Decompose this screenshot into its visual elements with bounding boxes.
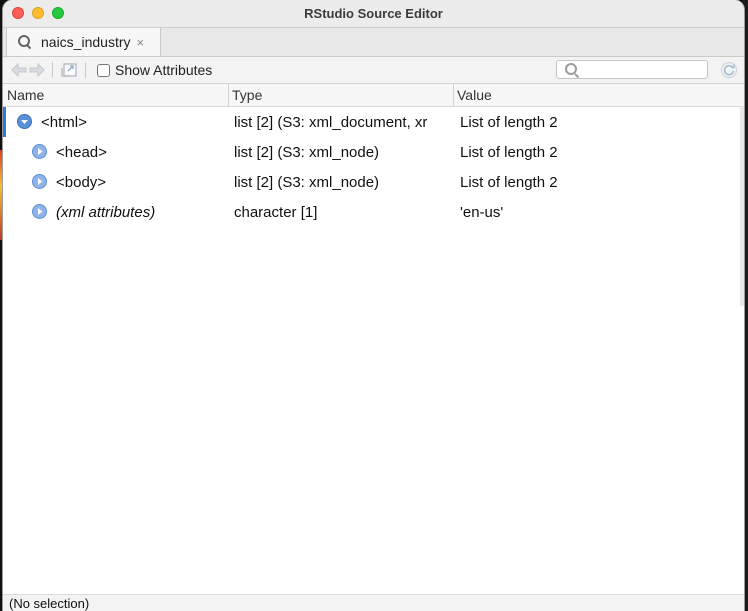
expand-right-icon[interactable]	[32, 204, 47, 219]
row-value: 'en-us'	[460, 204, 504, 221]
row-type: list [2] (S3: xml_node)	[234, 144, 380, 161]
search-box[interactable]	[556, 60, 708, 79]
column-divider[interactable]	[453, 84, 454, 106]
column-header-value[interactable]: Value	[457, 87, 492, 103]
tab-bar: naics_industry ×	[3, 28, 744, 57]
forward-arrow-icon[interactable]	[29, 63, 45, 77]
row-type: list [2] (S3: xml_document, xr	[234, 114, 428, 131]
column-divider[interactable]	[228, 84, 229, 106]
show-attributes-label: Show Attributes	[115, 62, 213, 78]
table-row[interactable]: <head> list [2] (S3: xml_node) List of l…	[3, 137, 744, 167]
toolbar-divider	[85, 62, 86, 78]
row-name: <body>	[56, 174, 107, 191]
table-row[interactable]: <body> list [2] (S3: xml_node) List of l…	[3, 167, 744, 197]
popout-icon[interactable]	[60, 62, 78, 78]
row-name: <html>	[41, 114, 87, 131]
search-input[interactable]	[585, 62, 707, 79]
selection-status: (No selection)	[9, 596, 90, 611]
toolbar-divider	[52, 62, 53, 78]
object-tree: <html> list [2] (S3: xml_document, xr Li…	[3, 107, 744, 227]
refresh-icon[interactable]	[720, 61, 738, 79]
row-name: (xml attributes)	[56, 204, 156, 221]
back-arrow-icon[interactable]	[11, 63, 27, 77]
source-editor-window: RStudio Source Editor naics_industry × S…	[3, 0, 744, 611]
table-row[interactable]: (xml attributes) character [1] 'en-us'	[3, 197, 744, 227]
show-attributes-checkbox[interactable]	[97, 63, 110, 77]
expand-right-icon[interactable]	[32, 144, 47, 159]
row-value: List of length 2	[460, 144, 558, 161]
row-value: List of length 2	[460, 174, 558, 191]
expand-down-icon[interactable]	[17, 114, 32, 129]
expand-right-icon[interactable]	[32, 174, 47, 189]
row-value: List of length 2	[460, 114, 558, 131]
show-attributes-toggle[interactable]: Show Attributes	[97, 62, 212, 78]
title-bar[interactable]: RStudio Source Editor	[3, 0, 744, 28]
row-name: <head>	[56, 144, 107, 161]
window-title: RStudio Source Editor	[304, 6, 443, 21]
scrollbar-track[interactable]	[740, 106, 744, 306]
tab-naics-industry[interactable]: naics_industry ×	[6, 28, 161, 56]
column-header-name[interactable]: Name	[7, 87, 44, 103]
row-type: list [2] (S3: xml_node)	[234, 174, 380, 191]
row-type: character [1]	[234, 204, 318, 221]
column-header-type[interactable]: Type	[232, 87, 262, 103]
column-header-row: Name Type Value	[3, 84, 744, 107]
table-row[interactable]: <html> list [2] (S3: xml_document, xr Li…	[3, 107, 744, 137]
close-icon[interactable]: ×	[137, 35, 145, 50]
status-bar: (No selection)	[3, 594, 744, 611]
toolbar: Show Attributes	[3, 57, 744, 84]
tab-label: naics_industry	[41, 34, 131, 50]
search-icon	[17, 34, 33, 50]
